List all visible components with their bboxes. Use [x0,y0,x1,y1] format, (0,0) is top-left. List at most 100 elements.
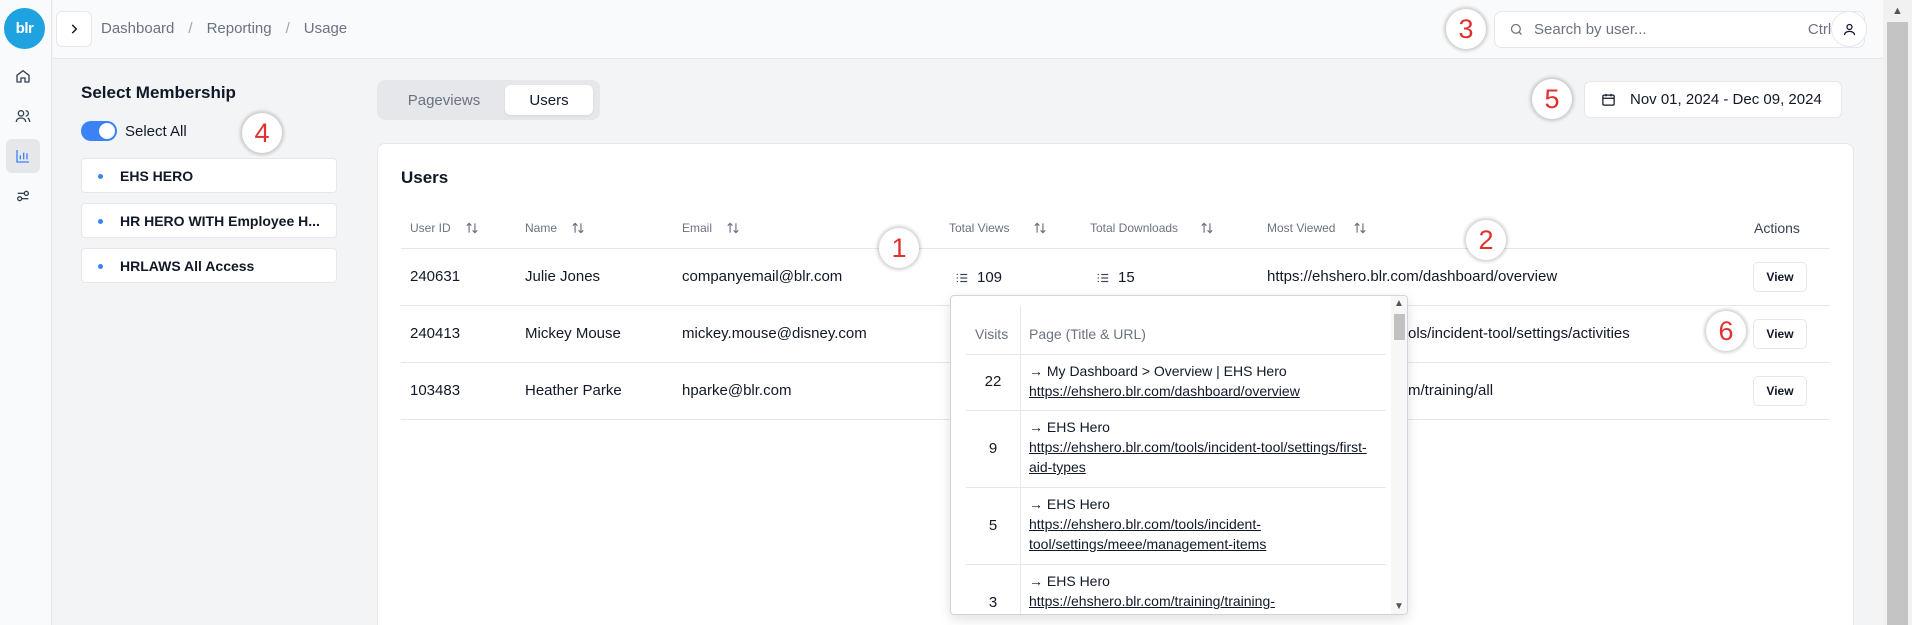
sort-icon[interactable] [1353,221,1367,235]
popover-page-entry: → EHS Hero https://ehshero.blr.com/tools… [1029,417,1369,477]
list-icon [1097,273,1109,282]
popover-page-link[interactable]: https://ehshero.blr.com/tools/incident-t… [1029,437,1369,477]
breadcrumb-separator: / [188,20,193,37]
view-button[interactable]: View [1753,319,1807,349]
page-scrollbar[interactable]: ▲ [1883,0,1912,625]
cell-most-viewed: https://ehshero.blr.com/dashboard/overvi… [1267,268,1558,285]
membership-item[interactable]: HRLAWS All Access [81,248,337,283]
bar-chart-icon [16,150,29,163]
total-views-value: 109 [977,269,1003,286]
popover-column-divider [1020,306,1021,614]
column-label: Total Downloads [1090,221,1179,235]
annotation-marker-5: 5 [1532,79,1572,119]
sort-icon[interactable] [726,221,740,235]
cell-email: companyemail@blr.com [682,268,843,285]
membership-item[interactable]: HR HERO WITH Employee H... [81,203,337,238]
search-input[interactable]: Search by user... Ctrl+K [1494,11,1865,48]
popover-header-visits: Visits [975,326,1009,342]
annotation-marker-6: 6 [1706,311,1746,351]
annotation-marker-3: 3 [1446,9,1486,49]
column-header-name[interactable]: Name [525,221,585,235]
nav-settings[interactable] [6,179,40,213]
row-divider [401,248,1830,249]
popover-page-title: → EHS Hero [1029,496,1110,512]
user-menu-button[interactable] [1831,11,1867,47]
breadcrumb: Dashboard / Reporting / Usage [101,20,347,37]
cell-most-viewed: m/training/all [1408,382,1494,399]
calendar-icon [1602,93,1615,106]
popover-visits: 22 [984,373,1002,390]
column-header-total-downloads[interactable]: Total Downloads [1090,221,1214,235]
membership-item[interactable]: EHS HERO [81,158,337,193]
breadcrumb-separator: / [285,20,290,37]
total-downloads-value: 15 [1118,269,1135,286]
cell-total-views[interactable]: 109 [955,269,1002,286]
cell-email: hparke@blr.com [682,382,792,399]
cell-user-id: 240631 [410,268,461,285]
breadcrumb-dashboard[interactable]: Dashboard [101,20,174,37]
sort-icon[interactable] [465,221,479,235]
column-header-most-viewed[interactable]: Most Viewed [1267,221,1367,235]
popover-header-page: Page (Title & URL) [1029,326,1146,342]
list-icon [956,273,968,282]
cell-name: Mickey Mouse [525,325,621,342]
popover-scrollbar[interactable]: ▲ ▼ [1391,296,1407,614]
scroll-up-arrow[interactable]: ▲ [1892,5,1903,17]
date-range-text: Nov 01, 2024 - Dec 09, 2024 [1630,91,1822,108]
column-label: User ID [410,221,451,235]
column-label: Email [682,221,713,235]
tab-users[interactable]: Users [505,85,593,115]
breadcrumb-usage: Usage [303,20,348,37]
popover-visits: 9 [988,440,998,457]
sort-icon[interactable] [571,221,585,235]
scroll-down-arrow[interactable]: ▼ [1394,601,1404,612]
popover-page-link[interactable]: https://ehshero.blr.com/dashboard/overvi… [1029,381,1369,401]
sliders-icon [16,190,29,202]
top-bar: Dashboard / Reporting / Usage Search by … [53,0,1883,59]
brand-logo[interactable]: blr [4,8,45,49]
select-all-label: Select All [125,123,187,140]
popover-page-title: → My Dashboard > Overview | EHS Hero [1029,363,1287,379]
tab-pageviews[interactable]: Pageviews [382,85,506,115]
annotation-marker-2: 2 [1466,220,1506,260]
membership-title: Select Membership [81,83,236,102]
cell-name: Heather Parke [525,382,622,399]
column-header-email[interactable]: Email [682,221,740,235]
sort-icon[interactable] [1033,221,1047,235]
search-placeholder: Search by user... [1534,21,1647,38]
popover-row-divider [966,354,1386,355]
select-all-toggle[interactable] [81,121,117,141]
view-button[interactable]: View [1753,262,1807,292]
user-icon [1843,23,1855,35]
popover-row-divider [966,410,1386,411]
popover-page-entry: → My Dashboard > Overview | EHS Hero htt… [1029,361,1369,401]
breadcrumb-reporting[interactable]: Reporting [207,20,272,37]
cell-email: mickey.mouse@disney.com [682,325,867,342]
popover-scrollbar-thumb[interactable] [1394,314,1405,340]
popover-page-title: → EHS Hero [1029,573,1110,589]
page-scrollbar-thumb[interactable] [1887,22,1908,625]
sort-icon[interactable] [1200,221,1214,235]
nav-users[interactable] [6,99,40,133]
search-icon [1510,23,1522,35]
views-breakdown-popover[interactable]: Visits Page (Title & URL) 22 → My Dashbo… [950,295,1408,615]
nav-home[interactable] [6,59,40,93]
cell-name: Julie Jones [525,268,601,285]
column-header-actions: Actions [1754,220,1800,236]
view-tabs: Pageviews Users [377,80,600,120]
column-header-user-id[interactable]: User ID [410,221,479,235]
expand-sidebar-button[interactable] [56,11,92,47]
date-range-picker[interactable]: Nov 01, 2024 - Dec 09, 2024 [1584,81,1842,118]
cell-total-downloads[interactable]: 15 [1096,269,1135,286]
nav-reporting[interactable] [6,139,40,173]
chevron-right-icon [71,24,78,34]
scroll-up-arrow[interactable]: ▲ [1394,298,1404,309]
popover-page-link[interactable]: https://ehshero.blr.com/tools/incident-t… [1029,514,1369,554]
cell-user-id: 240413 [410,325,461,342]
view-button[interactable]: View [1753,376,1807,406]
popover-page-entry: → EHS Hero https://ehshero.blr.com/tools… [1029,494,1369,554]
cell-user-id: 103483 [410,382,461,399]
popover-page-link[interactable]: https://ehshero.blr.com/training/trainin… [1029,591,1369,611]
column-header-total-views[interactable]: Total Views [949,221,1047,235]
cell-most-viewed: ols/incident-tool/settings/activities [1408,325,1630,342]
